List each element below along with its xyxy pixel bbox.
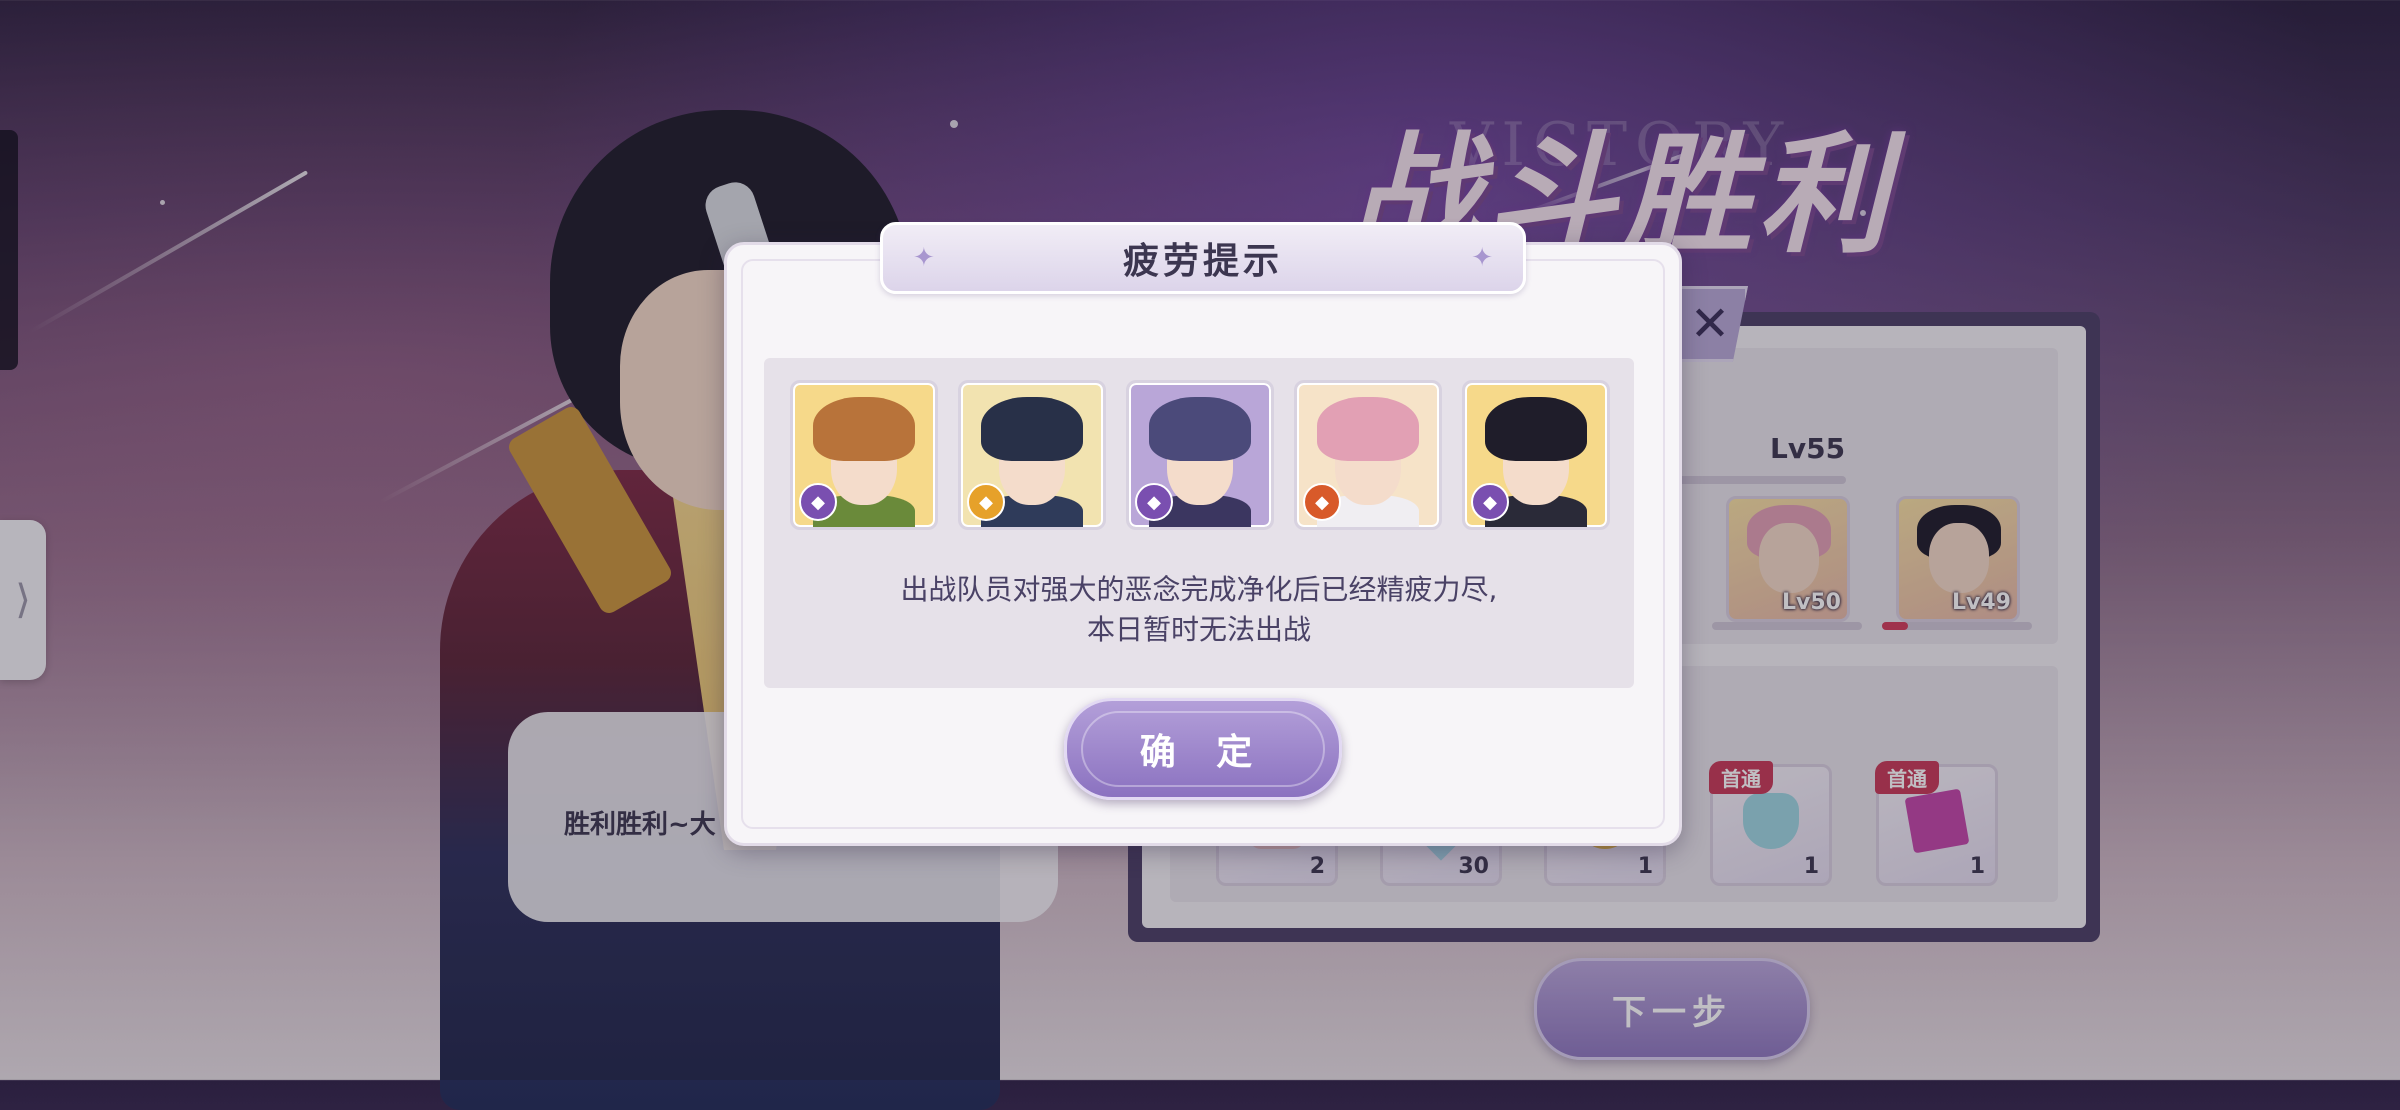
dialog-message-line-2: 本日暂时无法出战: [1086, 613, 1311, 646]
sparkle-icon: ✦: [913, 243, 935, 273]
element-badge-icon: ◆: [1471, 483, 1509, 521]
dialog-title-bar: ✦ 疲劳提示 ✦: [880, 222, 1526, 294]
confirm-button[interactable]: 确 定: [1064, 698, 1342, 800]
character-avatar: ◆: [958, 380, 1106, 530]
element-badge-icon: ◆: [967, 483, 1005, 521]
confirm-label: 确 定: [1139, 732, 1267, 773]
element-badge-icon: ◆: [1303, 483, 1341, 521]
character-avatar: ◆: [1462, 380, 1610, 530]
sparkle-icon: ✦: [1471, 243, 1493, 273]
character-avatar: ◆: [1294, 380, 1442, 530]
character-avatar: ◆: [790, 380, 938, 530]
element-badge-icon: ◆: [1135, 483, 1173, 521]
dialog-title: 疲劳提示: [1122, 240, 1283, 282]
character-avatar: ◆: [1126, 380, 1274, 530]
dialog-message-line-1: 出战队员对强大的恶念完成净化后已经精疲力尽,: [900, 573, 1498, 606]
element-badge-icon: ◆: [799, 483, 837, 521]
